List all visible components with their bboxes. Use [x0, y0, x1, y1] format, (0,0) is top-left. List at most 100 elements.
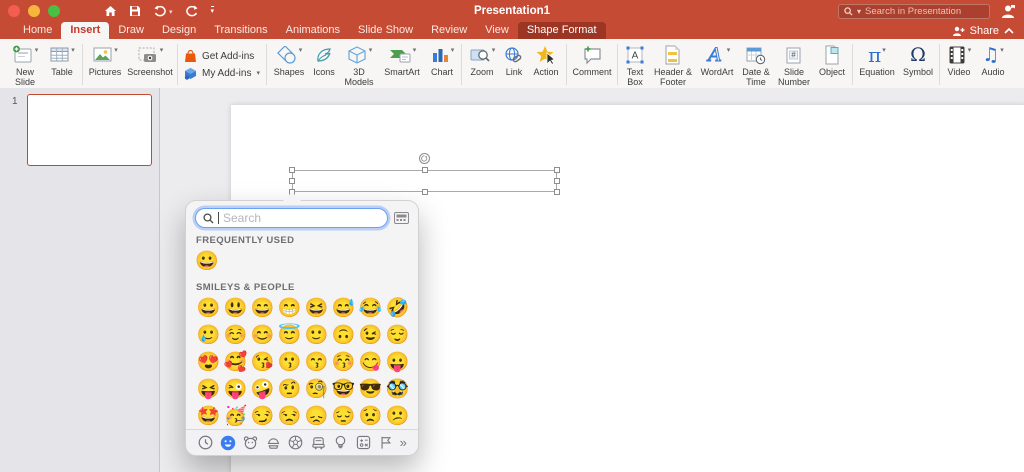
dropdown-caret-icon[interactable]: ▾	[35, 47, 39, 55]
link-button[interactable]: Link	[500, 41, 528, 88]
emoji-cell[interactable]: 🥳	[222, 403, 249, 430]
screenshot-button[interactable]: ▾ Screenshot	[125, 41, 175, 88]
emoji-cell[interactable]: 😒	[276, 403, 303, 430]
tab-view[interactable]: View	[476, 22, 518, 39]
dropdown-caret-icon[interactable]: ▾	[968, 47, 972, 55]
emoji-cell[interactable]: 😍	[195, 349, 222, 376]
emoji-cell[interactable]: 😜	[222, 376, 249, 403]
resize-handle[interactable]	[554, 167, 560, 173]
emoji-cell[interactable]: 😌	[384, 322, 409, 349]
character-viewer-icon[interactable]	[394, 212, 409, 224]
get-add-ins-button[interactable]: Get Add-ins	[184, 49, 260, 63]
emoji-cell[interactable]: 😆	[303, 295, 330, 322]
tab-insert[interactable]: Insert	[61, 22, 110, 39]
tab-design[interactable]: Design	[153, 22, 205, 39]
tab-home[interactable]: Home	[14, 22, 61, 39]
search-input[interactable]: ▾ Search in Presentation	[838, 3, 990, 19]
3d-models-button[interactable]: ▾ 3D Models	[339, 41, 379, 88]
dropdown-caret-icon[interactable]: ▾	[1000, 47, 1004, 55]
emoji-cell[interactable]: 😊	[249, 322, 276, 349]
emoji-search-input[interactable]: Search	[195, 208, 388, 228]
resize-handle[interactable]	[421, 167, 428, 173]
symbol-button[interactable]: Ω Symbol	[899, 41, 937, 88]
category-frequently-used-icon[interactable]	[197, 434, 214, 451]
slide-number-button[interactable]: # Slide Number	[774, 41, 814, 88]
search-scope-caret-icon[interactable]: ▾	[857, 7, 861, 16]
emoji-cell[interactable]: 😏	[249, 403, 276, 430]
dropdown-caret-icon[interactable]: ▾	[882, 47, 886, 55]
emoji-cell[interactable]: 😁	[276, 295, 303, 322]
emoji-cell[interactable]: 😗	[276, 349, 303, 376]
dropdown-caret-icon[interactable]: ▾	[256, 70, 260, 78]
resize-handle[interactable]	[554, 178, 560, 184]
emoji-cell[interactable]: 🤨	[276, 376, 303, 403]
tab-draw[interactable]: Draw	[109, 22, 153, 39]
emoji-cell[interactable]: 🤣	[384, 295, 409, 322]
category-more-icon[interactable]: »	[400, 434, 407, 451]
emoji-cell[interactable]: 😝	[195, 376, 222, 403]
emoji-cell[interactable]: 😇	[276, 322, 303, 349]
emoji-cell[interactable]: 🤩	[195, 403, 222, 430]
table-button[interactable]: ▾ Table	[44, 41, 80, 88]
emoji-cell[interactable]: 😕	[384, 403, 409, 430]
my-add-ins-button[interactable]: My Add-ins ▾	[184, 67, 260, 80]
undo-caret-icon[interactable]: ▾	[169, 9, 173, 17]
emoji-cell[interactable]: ☺️	[222, 322, 249, 349]
tab-transitions[interactable]: Transitions	[205, 22, 276, 39]
emoji-cell[interactable]: 😚	[330, 349, 357, 376]
zoom-window-button[interactable]	[48, 5, 60, 17]
emoji-cell[interactable]: 😉	[357, 322, 384, 349]
emoji-cell[interactable]: 🙂	[303, 322, 330, 349]
tab-review[interactable]: Review	[422, 22, 476, 39]
video-button[interactable]: ▾ Video	[942, 41, 976, 88]
share-control[interactable]: Share	[952, 25, 1014, 37]
dropdown-caret-icon[interactable]: ▾	[71, 47, 75, 55]
tab-slide-show[interactable]: Slide Show	[349, 22, 422, 39]
emoji-cell[interactable]: 🤪	[249, 376, 276, 403]
redo-button[interactable]	[185, 5, 199, 18]
dropdown-caret-icon[interactable]: ▾	[369, 47, 373, 55]
category-flags-icon[interactable]	[377, 434, 394, 451]
emoji-cell[interactable]: 😀	[195, 248, 222, 275]
dropdown-caret-icon[interactable]: ▾	[299, 47, 303, 55]
customize-toolbar-icon[interactable]: ▾	[210, 6, 215, 16]
emoji-cell[interactable]: 😛	[384, 349, 409, 376]
collapse-ribbon-icon[interactable]	[1004, 28, 1014, 34]
action-button[interactable]: Action	[528, 41, 564, 88]
emoji-cell[interactable]: 🥸	[384, 376, 409, 403]
date-time-button[interactable]: Date & Time	[738, 41, 774, 88]
chart-button[interactable]: ▾ Chart	[425, 41, 459, 88]
home-icon[interactable]	[104, 5, 117, 17]
category-animals-nature-icon[interactable]	[242, 434, 259, 451]
undo-button[interactable]: ▾	[153, 5, 173, 18]
resize-handle[interactable]	[554, 189, 560, 195]
emoji-cell[interactable]: 😘	[249, 349, 276, 376]
zoom-button[interactable]: ▾ Zoom	[464, 41, 500, 88]
pictures-button[interactable]: ▾ Pictures	[85, 41, 125, 88]
emoji-cell[interactable]: 🥲	[195, 322, 222, 349]
equation-button[interactable]: π ▾ Equation	[855, 41, 899, 88]
tab-shape-format[interactable]: Shape Format	[517, 22, 606, 39]
smartart-button[interactable]: ▾ SmartArt	[379, 41, 425, 88]
emoji-cell[interactable]: 😃	[222, 295, 249, 322]
save-icon[interactable]	[129, 5, 141, 17]
emoji-cell[interactable]: 😀	[195, 295, 222, 322]
new-slide-button[interactable]: ▾ New Slide	[6, 41, 44, 88]
emoji-cell[interactable]: 😄	[249, 295, 276, 322]
emoji-cell[interactable]: 🤓	[330, 376, 357, 403]
rotation-handle[interactable]	[418, 153, 430, 164]
resize-handle[interactable]	[289, 167, 295, 173]
comment-button[interactable]: Comment	[569, 41, 615, 88]
header-footer-button[interactable]: Header & Footer	[650, 41, 696, 88]
category-smileys-people-icon[interactable]	[220, 434, 237, 451]
dropdown-caret-icon[interactable]: ▾	[413, 47, 417, 55]
object-button[interactable]: Object	[814, 41, 850, 88]
emoji-cell[interactable]: 🧐	[303, 376, 330, 403]
resize-handle[interactable]	[421, 189, 428, 195]
icons-button[interactable]: Icons	[309, 41, 339, 88]
wordart-button[interactable]: A ▾ WordArt	[696, 41, 738, 88]
category-travel-places-icon[interactable]	[310, 434, 327, 451]
category-food-drink-icon[interactable]	[265, 434, 282, 451]
close-window-button[interactable]	[8, 5, 20, 17]
category-activity-icon[interactable]	[287, 434, 304, 451]
